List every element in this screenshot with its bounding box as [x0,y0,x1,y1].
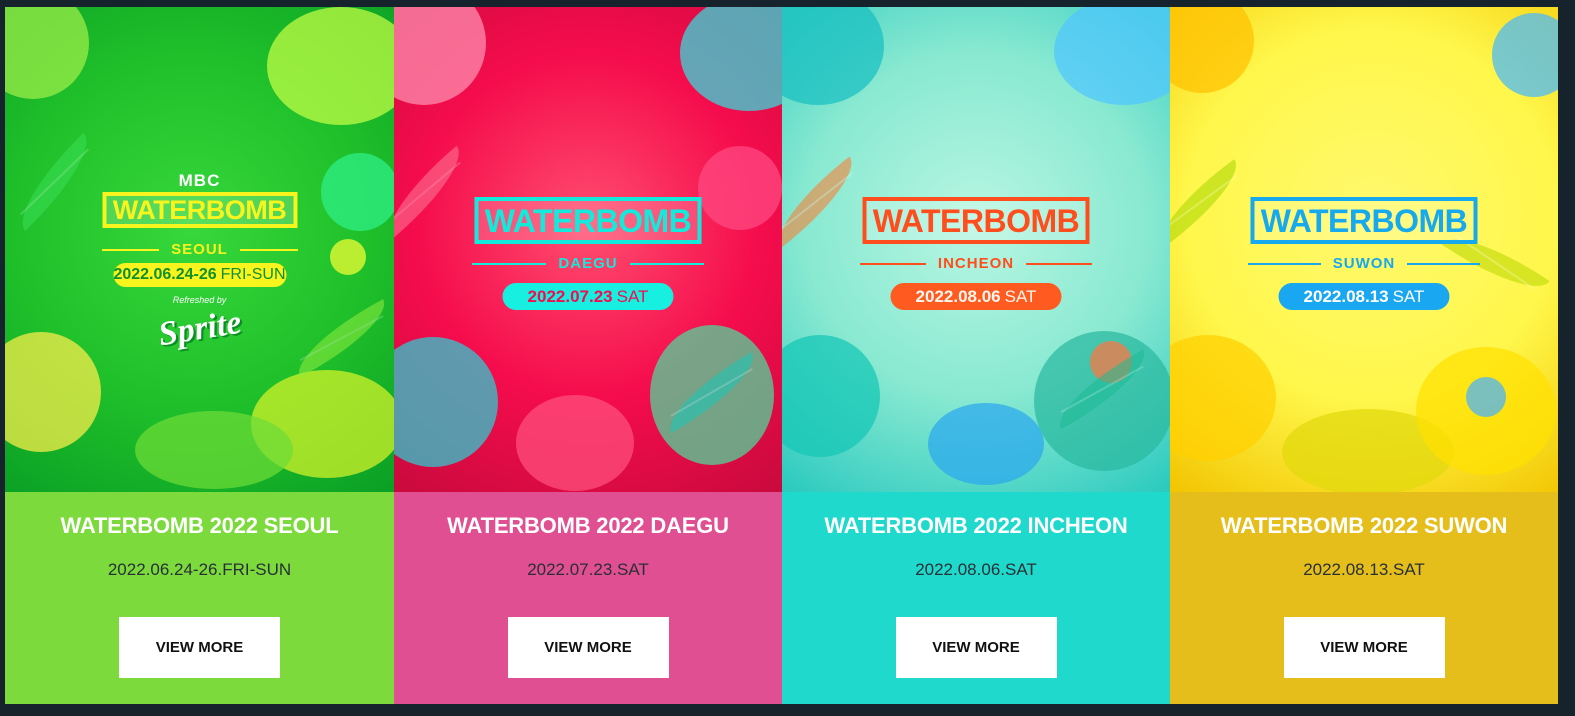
water-bubble [928,403,1044,485]
poster-date: 2022.06.24-26 [113,266,217,283]
water-bubble [782,335,880,457]
water-bubble [516,395,634,491]
poster-day: SAT [1392,287,1425,306]
poster-date-pill: 2022.07.23 SAT [502,283,674,310]
water-bubble [135,411,293,489]
poster-city-label: INCHEON [937,255,1015,272]
water-bubble [394,7,486,105]
poster-city: INCHEON [860,255,1093,272]
water-bubble [267,7,394,125]
waterbomb-logo: WATERBOMB [102,192,297,228]
view-more-button[interactable]: VIEW MORE [1283,617,1445,679]
poster-city: SUWON [1248,255,1480,272]
card-date: 2022.07.23.SAT [527,560,649,580]
poster-date-pill: 2022.08.06 SAT [890,283,1062,310]
water-bubble [321,153,394,231]
waterbomb-logo: WATERBOMB [1250,197,1478,244]
palm-leaf [782,156,868,248]
daegu-info-panel: WATERBOMB 2022 DAEGU 2022.07.23.SAT VIEW… [394,492,782,704]
palm-leaf [1170,159,1252,249]
poster-date-pill: 2022.08.13 SAT [1278,283,1450,310]
seoul-poster[interactable]: MBC WATERBOMB SEOUL 2022.06.24-26 FRI-SU… [5,7,394,492]
sprite-logo: Sprite [155,303,244,354]
suwon-poster[interactable]: WATERBOMB SUWON 2022.08.13 SAT [1170,7,1558,492]
water-bubble [680,7,782,111]
card-date: 2022.08.13.SAT [1303,560,1425,580]
waterbomb-logo: WATERBOMB [862,197,1090,244]
right-rule [239,248,298,251]
poster-date: 2022.08.13 [1303,287,1389,306]
water-bubble [1466,377,1506,417]
event-card-incheon[interactable]: WATERBOMB INCHEON 2022.08.06 SAT WATERBO… [782,7,1170,704]
incheon-info-panel: WATERBOMB 2022 INCHEON 2022.08.06.SAT VI… [782,492,1170,704]
water-bubble [5,332,101,452]
water-bubble [1170,7,1254,93]
right-rule [629,262,705,265]
view-more-button[interactable]: VIEW MORE [895,617,1057,679]
card-title: WATERBOMB 2022 INCHEON [824,513,1128,538]
poster-city: DAEGU [472,255,705,272]
event-card-seoul[interactable]: MBC WATERBOMB SEOUL 2022.06.24-26 FRI-SU… [5,7,394,704]
water-bubble [1054,7,1170,105]
view-more-button[interactable]: VIEW MORE [507,617,669,679]
palm-leaf [285,299,394,378]
sponsor-label: Refreshed by [172,295,227,305]
water-bubble [782,7,884,105]
view-more-button[interactable]: VIEW MORE [119,617,280,679]
poster-date-pill: 2022.06.24-26 FRI-SUN [113,263,286,287]
poster-city-label: SEOUL [171,241,228,258]
water-bubble [330,239,366,275]
poster-city-label: SUWON [1332,255,1396,272]
left-rule [860,262,926,265]
card-title: WATERBOMB 2022 SUWON [1220,513,1508,538]
event-card-daegu[interactable]: WATERBOMB DAEGU 2022.07.23 SAT WATERBOMB… [394,7,782,704]
card-date: 2022.06.24-26.FRI-SUN [107,560,292,580]
right-rule [1407,262,1480,265]
poster-day: SAT [1004,287,1037,306]
card-title: WATERBOMB 2022 DAEGU [447,513,729,538]
poster-city: SEOUL [101,241,298,258]
water-bubble [5,7,89,99]
palm-leaf [394,145,476,240]
poster-date: 2022.08.06 [915,287,1001,306]
daegu-poster[interactable]: WATERBOMB DAEGU 2022.07.23 SAT [394,7,782,492]
left-rule [101,248,160,251]
poster-day: SAT [616,287,649,306]
event-card-suwon[interactable]: WATERBOMB SUWON 2022.08.13 SAT WATERBOMB… [1170,7,1558,704]
poster-city-label: DAEGU [558,255,618,272]
right-rule [1026,262,1093,265]
water-bubble [698,146,782,230]
card-title: WATERBOMB 2022 SEOUL [60,513,339,538]
card-date: 2022.08.06.SAT [915,560,1037,580]
left-rule [1248,262,1321,265]
left-rule [472,262,547,265]
water-bubble [394,337,498,467]
water-bubble [1492,13,1558,97]
mbc-logo: MBC [178,171,221,190]
water-bubble [1170,335,1276,461]
poster-date: 2022.07.23 [527,287,613,306]
waterbomb-logo: WATERBOMB [474,197,702,244]
incheon-poster[interactable]: WATERBOMB INCHEON 2022.08.06 SAT [782,7,1170,492]
poster-day: FRI-SUN [220,266,286,283]
event-card-grid: MBC WATERBOMB SEOUL 2022.06.24-26 FRI-SU… [5,7,1558,704]
seoul-info-panel: WATERBOMB 2022 SEOUL 2022.06.24-26.FRI-S… [5,492,394,704]
suwon-info-panel: WATERBOMB 2022 SUWON 2022.08.13.SAT VIEW… [1170,492,1558,704]
